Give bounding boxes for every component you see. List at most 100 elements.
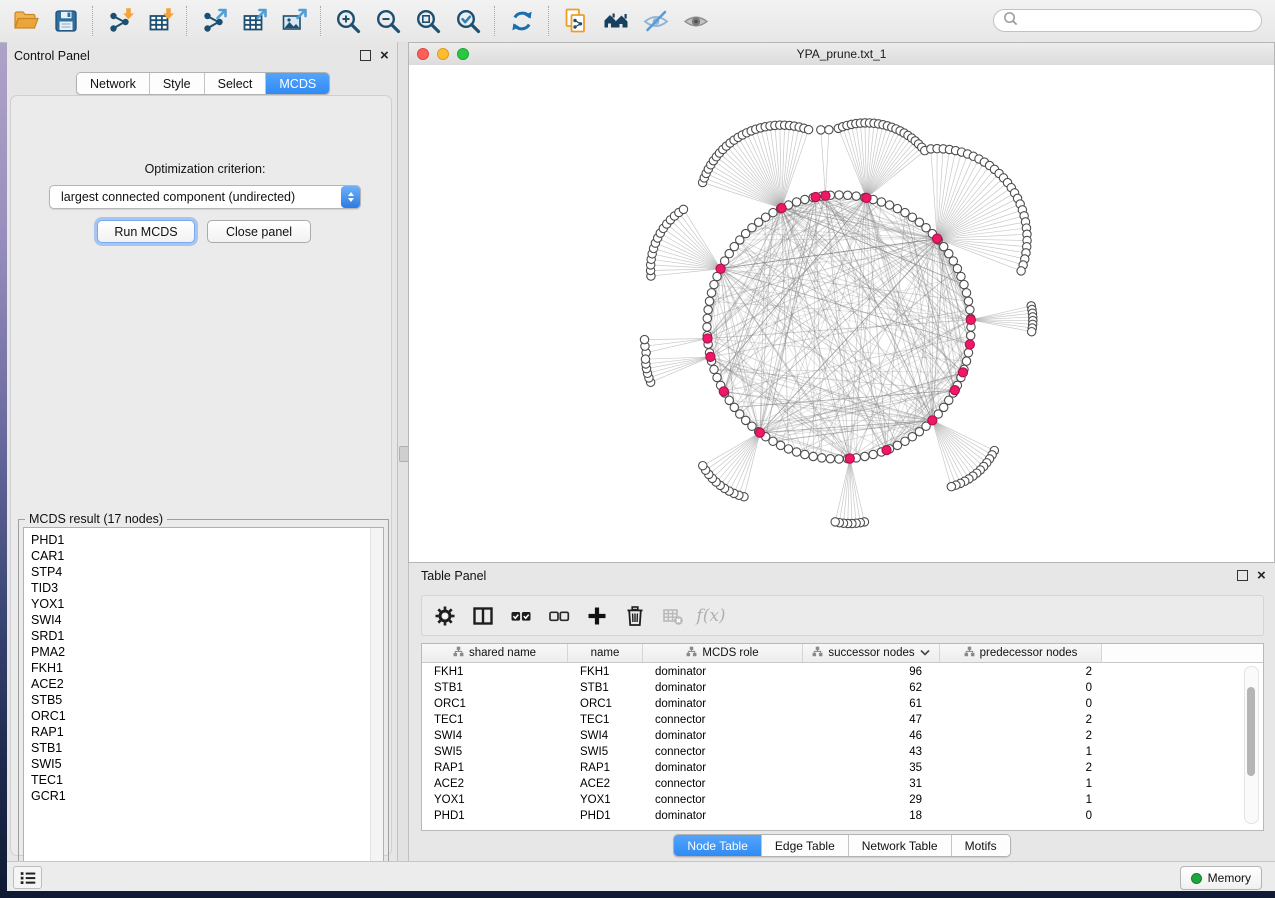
select-all-checkboxes-icon[interactable] — [506, 602, 536, 630]
column-header-name[interactable]: name — [568, 644, 643, 663]
cell-successor-nodes: 31 — [803, 776, 940, 792]
search-box[interactable] — [993, 9, 1262, 32]
mcds-result-item[interactable]: SWI5 — [24, 756, 383, 772]
network-canvas[interactable] — [409, 65, 1274, 562]
mcds-result-item[interactable]: YOX1 — [24, 596, 383, 612]
network-window-title: YPA_prune.txt_1 — [409, 47, 1274, 61]
open-session-icon[interactable] — [9, 6, 43, 36]
panel-splitter[interactable] — [398, 42, 408, 861]
show-all-icon[interactable] — [679, 6, 713, 36]
column-header-MCDS-role[interactable]: MCDS role — [643, 644, 803, 663]
mcds-result-item[interactable]: GCR1 — [24, 788, 383, 804]
tab-edge-table[interactable]: Edge Table — [762, 835, 849, 856]
add-column-icon[interactable] — [582, 602, 612, 630]
table-row[interactable]: SWI5SWI5connector431 — [422, 744, 1102, 760]
hide-selected-icon[interactable] — [639, 6, 673, 36]
mcds-result-item[interactable]: RAP1 — [24, 724, 383, 740]
network-graph[interactable] — [409, 65, 1274, 562]
tab-select[interactable]: Select — [205, 73, 267, 94]
table-toolbar: f(x) — [421, 595, 1264, 636]
cell-predecessor-nodes: 2 — [940, 760, 1102, 776]
mcds-result-item[interactable]: ACE2 — [24, 676, 383, 692]
export-image-icon[interactable] — [277, 6, 311, 36]
task-history-button[interactable] — [13, 866, 42, 889]
first-neighbors-icon[interactable] — [599, 6, 633, 36]
tab-network-table[interactable]: Network Table — [849, 835, 952, 856]
mcds-result-groupbox: MCDS result (17 nodes) PHD1CAR1STP4TID3Y… — [18, 519, 389, 891]
import-network-icon[interactable] — [103, 6, 137, 36]
column-header-successor-nodes[interactable]: successor nodes — [803, 644, 940, 663]
cell-MCDS-role: connector — [643, 712, 803, 728]
column-visibility-icon[interactable] — [468, 602, 498, 630]
mcds-result-item[interactable]: FKH1 — [24, 660, 383, 676]
deselect-all-checkboxes-icon[interactable] — [544, 602, 574, 630]
mcds-result-item[interactable]: ORC1 — [24, 708, 383, 724]
cell-name: FKH1 — [568, 664, 643, 680]
tab-network[interactable]: Network — [77, 73, 150, 94]
network-window-titlebar[interactable]: YPA_prune.txt_1 — [409, 43, 1274, 66]
table-row[interactable]: ORC1ORC1dominator610 — [422, 696, 1102, 712]
export-table-icon[interactable] — [237, 6, 271, 36]
cell-name: TEC1 — [568, 712, 643, 728]
tab-node-table[interactable]: Node Table — [674, 835, 762, 856]
close-panel-icon[interactable]: × — [380, 51, 389, 61]
table-scrollbar[interactable] — [1244, 666, 1259, 824]
tab-style[interactable]: Style — [150, 73, 205, 94]
control-panel-title: Control Panel — [14, 49, 90, 63]
column-header-shared-name[interactable]: shared name — [422, 644, 568, 663]
table-row[interactable]: YOX1YOX1connector291 — [422, 792, 1102, 808]
mcds-result-item[interactable]: SWI4 — [24, 612, 383, 628]
mcds-result-item[interactable]: PHD1 — [24, 532, 383, 548]
table-row[interactable]: STB1STB1dominator620 — [422, 680, 1102, 696]
share-document-icon[interactable] — [559, 6, 593, 36]
list-scrollbar[interactable] — [370, 528, 383, 885]
dropdown-value: largest connected component (undirected) — [50, 190, 341, 204]
table-row[interactable]: FKH1FKH1dominator962 — [422, 664, 1102, 680]
tab-motifs[interactable]: Motifs — [952, 835, 1010, 856]
table-row[interactable]: TEC1TEC1connector472 — [422, 712, 1102, 728]
optimization-criterion-dropdown[interactable]: largest connected component (undirected) — [49, 185, 361, 209]
cell-shared-name: FKH1 — [422, 664, 568, 680]
mcds-result-item[interactable]: STB5 — [24, 692, 383, 708]
refresh-icon[interactable] — [505, 6, 539, 36]
zoom-in-icon[interactable] — [331, 6, 365, 36]
cell-successor-nodes: 43 — [803, 744, 940, 760]
mcds-result-item[interactable]: STP4 — [24, 564, 383, 580]
search-input[interactable] — [1022, 13, 1261, 29]
close-table-panel-icon[interactable]: × — [1257, 571, 1266, 581]
mcds-result-title: MCDS result (17 nodes) — [25, 512, 167, 526]
zoom-out-icon[interactable] — [371, 6, 405, 36]
zoom-selected-icon[interactable] — [451, 6, 485, 36]
cell-successor-nodes: 35 — [803, 760, 940, 776]
mcds-result-item[interactable]: SRD1 — [24, 628, 383, 644]
toolbar-separator — [186, 6, 188, 36]
table-scrollbar-thumb[interactable] — [1247, 687, 1255, 776]
cell-predecessor-nodes: 2 — [940, 712, 1102, 728]
table-row[interactable]: PHD1PHD1dominator180 — [422, 808, 1102, 824]
memory-button[interactable]: Memory — [1180, 866, 1262, 890]
network-view-window: YPA_prune.txt_1 — [408, 42, 1275, 563]
float-panel-icon[interactable] — [360, 50, 371, 61]
export-network-icon[interactable] — [197, 6, 231, 36]
cell-successor-nodes: 29 — [803, 792, 940, 808]
column-header-predecessor-nodes[interactable]: predecessor nodes — [940, 644, 1102, 663]
tab-mcds[interactable]: MCDS — [266, 73, 329, 94]
mcds-result-list[interactable]: PHD1CAR1STP4TID3YOX1SWI4SRD1PMA2FKH1ACE2… — [23, 527, 384, 886]
table-row[interactable]: SWI4SWI4dominator462 — [422, 728, 1102, 744]
zoom-fit-icon[interactable] — [411, 6, 445, 36]
mcds-result-item[interactable]: TID3 — [24, 580, 383, 596]
satellite-nodes[interactable] — [640, 119, 1037, 528]
mcds-result-item[interactable]: PMA2 — [24, 644, 383, 660]
table-row[interactable]: ACE2ACE2connector311 — [422, 776, 1102, 792]
mcds-result-item[interactable]: CAR1 — [24, 548, 383, 564]
import-table-icon[interactable] — [143, 6, 177, 36]
settings-gear-icon[interactable] — [430, 602, 460, 630]
float-table-panel-icon[interactable] — [1237, 570, 1248, 581]
mcds-result-item[interactable]: TEC1 — [24, 772, 383, 788]
run-mcds-button[interactable]: Run MCDS — [97, 220, 195, 243]
table-row[interactable]: RAP1RAP1dominator352 — [422, 760, 1102, 776]
mcds-result-item[interactable]: STB1 — [24, 740, 383, 756]
delete-column-icon[interactable] — [620, 602, 650, 630]
close-panel-button[interactable]: Close panel — [207, 220, 311, 243]
save-session-icon[interactable] — [49, 6, 83, 36]
